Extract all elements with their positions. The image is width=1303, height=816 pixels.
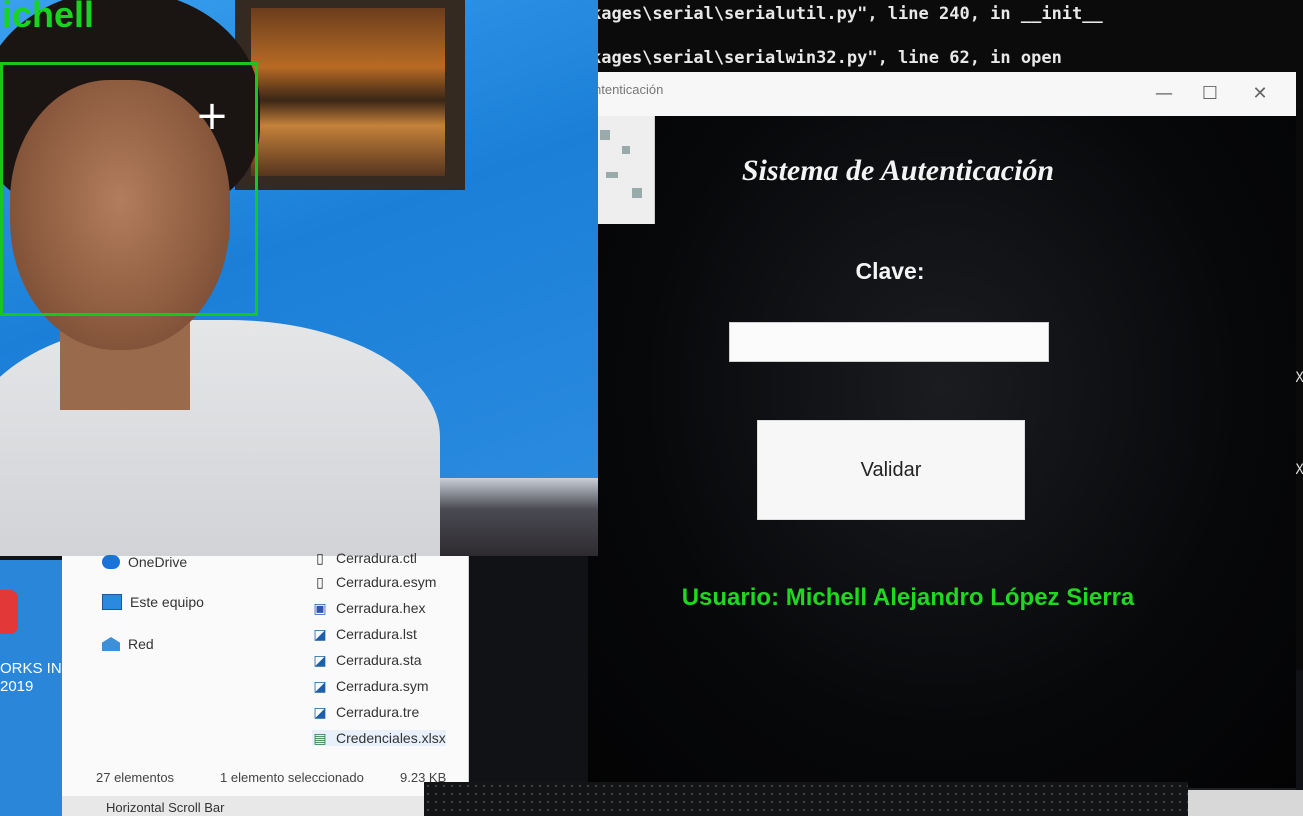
validar-button[interactable]: Validar <box>757 420 1025 520</box>
network-icon <box>102 637 120 651</box>
file-name: Cerradura.tre <box>336 704 420 720</box>
file-icon: ▯ <box>316 550 324 566</box>
hex-file-icon: ▣ <box>313 600 327 616</box>
horizontal-scrollbar-label: Horizontal Scroll Bar <box>62 796 468 816</box>
file-icon: ▯ <box>316 574 324 590</box>
file-name: Cerradura.sym <box>336 678 429 694</box>
corner-panel <box>1188 790 1303 816</box>
window-title: ntenticación <box>594 82 664 97</box>
nav-item-label: Red <box>128 636 154 652</box>
code-file-icon: ◪ <box>313 626 327 642</box>
code-file-icon: ◪ <box>313 652 327 668</box>
auth-body: Sistema de Autenticación Clave: Validar … <box>588 116 1296 792</box>
cloud-icon <box>102 555 120 569</box>
terminal-line: kages\serial\serialutil.py", line 240, i… <box>591 4 1103 24</box>
status-selected: 1 elemento seleccionado <box>220 770 364 785</box>
file-name: Cerradura.ctl <box>336 550 417 566</box>
computer-icon <box>102 594 122 610</box>
file-name: Credenciales.xlsx <box>336 730 446 746</box>
nav-item-red[interactable]: Red <box>102 636 154 652</box>
file-explorer: OneDrive Este equipo Red ▯ Cerradura.ctl… <box>62 550 469 796</box>
file-item[interactable]: ◪ Cerradura.lst <box>312 626 417 642</box>
file-item-selected[interactable]: ▤ Credenciales.xlsx <box>312 730 446 746</box>
file-item[interactable]: ◪ Cerradura.sym <box>312 678 429 694</box>
file-item[interactable]: ▯ Cerradura.ctl <box>312 550 417 566</box>
crosshair-icon: + <box>195 93 229 139</box>
code-file-icon: ◪ <box>313 678 327 694</box>
status-item-count: 27 elementos <box>96 770 175 785</box>
file-name: Cerradura.esym <box>336 574 437 590</box>
file-name: Cerradura.hex <box>336 600 426 616</box>
auth-heading: Sistema de Autenticación <box>741 154 1055 187</box>
desktop-icon-label: ORKS IN 2019 <box>0 660 62 695</box>
file-item[interactable]: ▣ Cerradura.hex <box>312 600 426 616</box>
auth-titlebar[interactable]: ntenticación — ☐ ✕ <box>588 72 1296 116</box>
wall-painting <box>235 0 465 190</box>
file-item[interactable]: ◪ Cerradura.tre <box>312 704 419 720</box>
nav-item-este-equipo[interactable]: Este equipo <box>102 594 204 610</box>
validar-button-label: Validar <box>860 458 922 481</box>
file-name: Cerradura.sta <box>336 652 422 668</box>
file-item[interactable]: ▯ Cerradura.esym <box>312 574 436 590</box>
minimize-button[interactable]: — <box>1144 78 1184 110</box>
nav-item-label: OneDrive <box>128 554 188 570</box>
file-item[interactable]: ◪ Cerradura.sta <box>312 652 422 668</box>
close-button[interactable]: ✕ <box>1240 78 1280 110</box>
auth-window: ntenticación — ☐ ✕ Sistema de Autenticac… <box>588 72 1296 792</box>
webcam-preview: ichell + <box>0 0 598 556</box>
detected-name-label: ichell <box>2 0 95 35</box>
dotted-panel <box>424 782 1188 816</box>
clave-label: Clave: <box>855 258 925 284</box>
clave-input[interactable] <box>729 322 1049 362</box>
file-name: Cerradura.lst <box>336 626 417 642</box>
desktop-app-icon[interactable] <box>0 590 18 634</box>
explorer-status-bar: 27 elementos 1 elemento seleccionado 9.2… <box>62 762 468 792</box>
user-label: Usuario: Michell Alejandro López Sierra <box>681 584 1135 611</box>
code-file-icon: ◪ <box>313 704 327 720</box>
nav-item-onedrive[interactable]: OneDrive <box>102 554 187 570</box>
scrollbar-caption: Horizontal Scroll Bar <box>106 800 225 815</box>
excel-file-icon: ▤ <box>313 730 327 746</box>
maximize-button[interactable]: ☐ <box>1190 78 1230 110</box>
terminal-line: kages\serial\serialwin32.py", line 62, i… <box>591 48 1062 68</box>
nav-item-label: Este equipo <box>130 594 204 610</box>
